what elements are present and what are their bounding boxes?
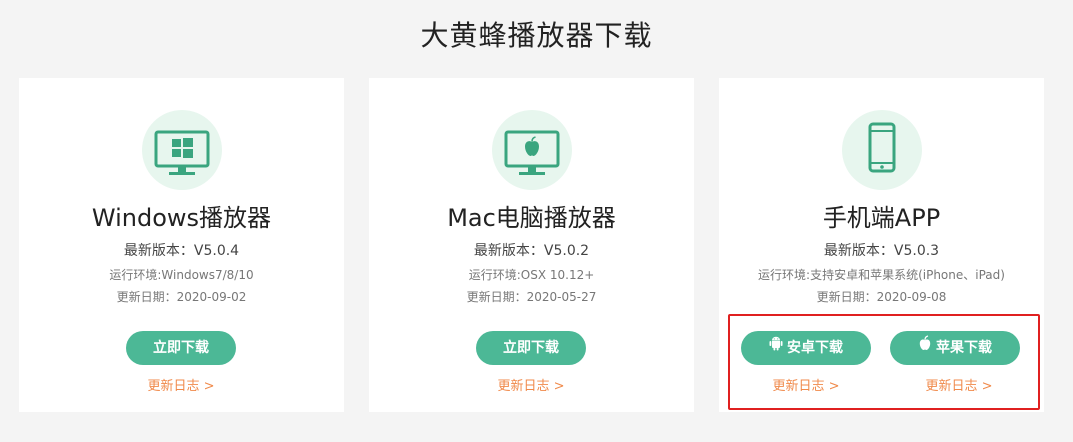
- env-text: 运行环境:支持安卓和苹果系统(iPhone、iPad): [758, 268, 1005, 282]
- version-text: 最新版本：V5.0.4: [123, 243, 240, 259]
- date-text: 更新日期：2020-05-27: [466, 290, 597, 304]
- android-download-button[interactable]: 安卓下载: [741, 331, 871, 365]
- android-changelog-link[interactable]: 更新日志 >: [756, 375, 856, 394]
- changelog-link[interactable]: 更新日志 >: [481, 375, 581, 394]
- date-text: 更新日期：2020-09-02: [116, 290, 247, 304]
- ios-changelog-link[interactable]: 更新日志 >: [909, 375, 1009, 394]
- changelog-link[interactable]: 更新日志 >: [131, 375, 231, 394]
- android-icon: [769, 330, 783, 364]
- mobile-card: 手机端APP 最新版本：V5.0.3 运行环境:支持安卓和苹果系统(iPhone…: [719, 78, 1044, 412]
- ios-download-label: 苹果下载: [936, 340, 992, 356]
- env-text: 运行环境:OSX 10.12+: [468, 268, 595, 282]
- mac-card: Mac电脑播放器 最新版本：V5.0.2 运行环境:OSX 10.12+ 更新日…: [369, 78, 694, 412]
- windows-card: Windows播放器 最新版本：V5.0.4 运行环境:Windows7/8/1…: [19, 78, 344, 412]
- download-button[interactable]: 立即下载: [126, 331, 236, 365]
- apple-icon: [918, 330, 932, 364]
- version-text: 最新版本：V5.0.3: [823, 243, 940, 259]
- download-button[interactable]: 立即下载: [476, 331, 586, 365]
- page-title: 大黄蜂播放器下载: [420, 19, 653, 52]
- windows-monitor-icon: [141, 110, 222, 190]
- download-button-label: 立即下载: [153, 340, 209, 356]
- card-title: Mac电脑播放器: [447, 204, 616, 232]
- android-download-label: 安卓下载: [787, 340, 843, 356]
- version-text: 最新版本：V5.0.2: [473, 243, 590, 259]
- ios-download-button[interactable]: 苹果下载: [890, 331, 1020, 365]
- apple-monitor-icon: [491, 110, 572, 190]
- card-title: Windows播放器: [91, 204, 272, 232]
- card-title: 手机端APP: [822, 204, 941, 232]
- download-button-label: 立即下载: [503, 340, 559, 356]
- date-text: 更新日期：2020-09-08: [816, 290, 947, 304]
- phone-icon: [841, 110, 922, 190]
- env-text: 运行环境:Windows7/8/10: [109, 268, 254, 282]
